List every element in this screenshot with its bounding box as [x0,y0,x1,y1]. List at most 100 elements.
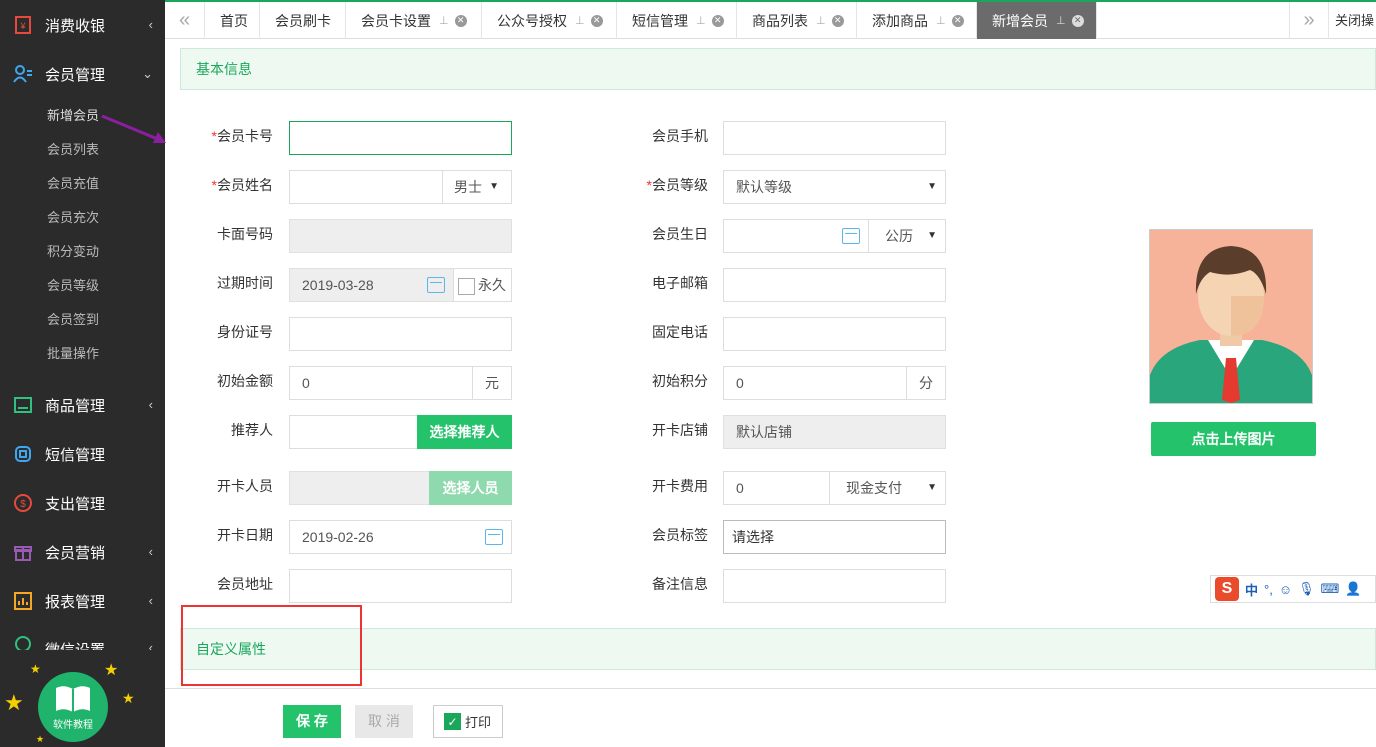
caret-down-icon: ▼ [927,181,937,192]
gender-select[interactable]: 男士 ▼ [442,170,512,204]
referrer-input[interactable] [289,415,418,449]
menu-label: 会员管理 [45,66,106,84]
calendar-icon[interactable] [427,277,445,293]
emoji-icon[interactable]: ☺ [1279,582,1292,597]
forever-label: 永久 [478,277,506,293]
tab-add-member[interactable]: 新增会员 ⊥ ✕ [977,2,1097,39]
level-select[interactable]: 默认等级 ▼ [723,170,946,204]
tab-member-swipe[interactable]: 会员刷卡 [260,2,346,39]
punctuation-icon[interactable]: °, [1264,582,1273,597]
print-option[interactable]: ✓ 打印 [433,705,503,738]
tab-goods-list[interactable]: 商品列表 ⊥ ✕ [737,2,857,39]
pin-icon[interactable]: ⊥ [439,14,449,27]
microphone-icon[interactable]: 🎙 [1298,581,1315,597]
expire-input[interactable]: 2019-03-28 [289,268,454,302]
goods-icon [12,394,34,416]
tutorial-button[interactable]: 软件教程 [38,672,108,742]
tel-input[interactable] [723,317,946,351]
user-icon[interactable]: 👤 [1345,581,1361,597]
forever-checkbox[interactable] [458,277,475,295]
upload-image-button[interactable]: 点击上传图片 [1151,422,1316,456]
store-label: 开卡店铺 [652,422,708,438]
phone-input[interactable] [723,121,946,155]
cancel-button[interactable]: 取 消 [355,705,413,738]
id-no-input[interactable] [289,317,512,351]
birthday-input[interactable] [723,219,869,253]
print-checkbox[interactable]: ✓ [444,713,461,730]
ime-lang[interactable]: 中 [1245,580,1258,599]
avatar-illustration [1150,230,1312,403]
svg-text:$: $ [20,499,26,510]
init-amount-input[interactable]: 0 [289,366,473,400]
menu-label: 商品管理 [45,397,106,415]
tab-sms[interactable]: 短信管理 ⊥ ✕ [617,2,737,39]
menu-members[interactable]: 会员管理 ⌄ [0,54,165,94]
pin-icon[interactable]: ⊥ [1056,14,1066,27]
close-icon[interactable]: ✕ [590,14,603,27]
menu-reports[interactable]: 报表管理 ‹ [0,581,165,621]
submenu-level[interactable]: 会员等级 [47,276,99,296]
close-tabs-menu[interactable]: 关闭操 [1329,2,1376,39]
select-referrer-button[interactable]: 选择推荐人 [417,415,512,449]
calendar-icon[interactable] [485,529,503,545]
pin-icon[interactable]: ⊥ [575,14,585,27]
submenu-member-list[interactable]: 会员列表 [47,140,99,160]
pin-icon[interactable]: ⊥ [696,14,706,27]
gender-value: 男士 [454,179,482,195]
close-icon[interactable]: ✕ [454,14,467,27]
menu-expense[interactable]: $ 支出管理 [0,483,165,523]
member-avatar [1149,229,1313,404]
submenu-recharge[interactable]: 会员充值 [47,174,99,194]
submenu-batch[interactable]: 批量操作 [47,344,99,364]
tab-home[interactable]: 首页 [205,2,260,39]
tab-label: 添加商品 [872,12,928,29]
tab-scroll-left-button[interactable]: « [165,2,205,39]
submenu-signin[interactable]: 会员签到 [47,310,99,330]
email-input[interactable] [723,268,946,302]
remark-input[interactable] [723,569,946,603]
tab-add-goods[interactable]: 添加商品 ⊥ ✕ [857,2,977,39]
keyboard-icon[interactable]: ⌨ [1321,581,1340,597]
ime-toolbar[interactable]: S 中 °, ☺ 🎙 ⌨ 👤 [1210,575,1376,603]
menu-cashier[interactable]: ¥ 消费收银 ‹ [0,5,165,45]
pin-icon[interactable]: ⊥ [816,14,826,27]
forever-option[interactable]: 永久 [453,268,512,302]
card-no-input[interactable] [289,121,512,155]
birthday-label: 会员生日 [652,226,708,242]
tab-wechat-auth[interactable]: 公众号授权 ⊥ ✕ [482,2,617,39]
menu-wechat[interactable]: 微信设置 ‹ [0,630,165,650]
level-label: *会员等级 [646,177,708,193]
menu-sms[interactable]: 短信管理 [0,434,165,474]
tab-scroll-right-button[interactable]: » [1289,2,1329,39]
id-no-label: 身份证号 [217,324,273,340]
tab-card-settings[interactable]: 会员卡设置 ⊥ ✕ [346,2,482,39]
save-button[interactable]: 保 存 [283,705,341,738]
expire-value: 2019-03-28 [302,277,374,293]
submenu-recharge-times[interactable]: 会员充次 [47,208,99,228]
fee-input[interactable]: 0 [723,471,830,505]
close-icon[interactable]: ✕ [1071,14,1084,27]
open-date-input[interactable]: 2019-02-26 [289,520,512,554]
calendar-type-select[interactable]: 公历 ▼ [868,219,946,253]
menu-marketing[interactable]: 会员营销 ‹ [0,532,165,572]
init-points-label: 初始积分 [652,373,708,389]
submenu-add-member[interactable]: 新增会员 [47,106,99,126]
points-unit: 分 [906,366,946,400]
menu-goods[interactable]: 商品管理 ‹ [0,385,165,425]
select-staff-button[interactable]: 选择人员 [429,471,512,505]
name-input[interactable] [289,170,443,204]
calendar-icon[interactable] [842,228,860,244]
print-label: 打印 [465,715,492,730]
pin-icon[interactable]: ⊥ [936,14,946,27]
cash-register-icon: ¥ [12,14,34,36]
close-icon[interactable]: ✕ [951,14,964,27]
address-input[interactable] [289,569,512,603]
init-points-input[interactable]: 0 [723,366,907,400]
tab-label: 商品列表 [752,12,808,29]
payment-select[interactable]: 现金支付 ▼ [829,471,946,505]
close-icon[interactable]: ✕ [831,14,844,27]
menu-label: 会员营销 [45,544,106,562]
tags-select[interactable]: 请选择 [723,520,946,554]
submenu-points[interactable]: 积分变动 [47,242,99,262]
close-icon[interactable]: ✕ [711,14,724,27]
